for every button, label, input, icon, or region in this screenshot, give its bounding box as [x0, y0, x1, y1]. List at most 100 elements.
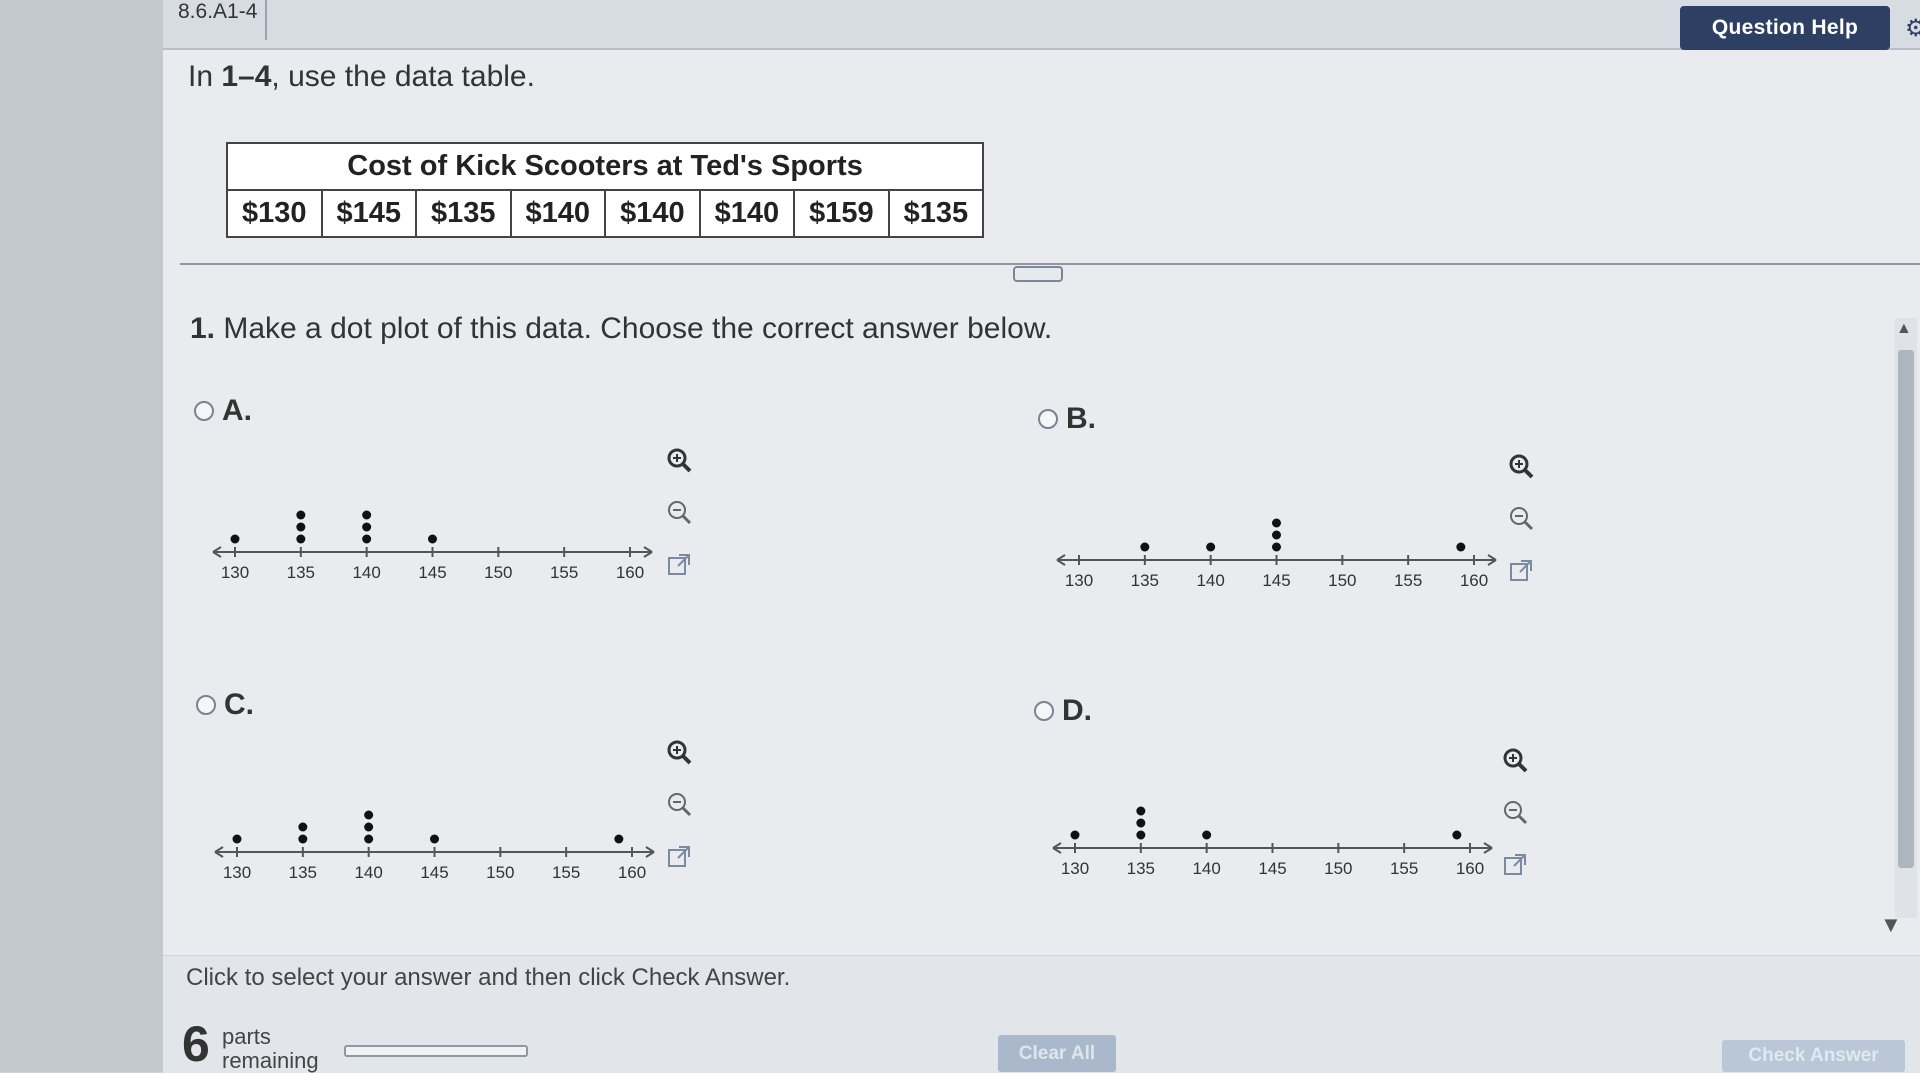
plot-tools-d — [1500, 746, 1534, 902]
tick-label: 135 — [287, 563, 315, 582]
radio-button[interactable] — [194, 401, 214, 421]
tick-label: 130 — [221, 563, 249, 582]
tick-label: 155 — [1394, 571, 1422, 590]
data-dot — [1136, 806, 1146, 816]
question-help-button[interactable]: Question Help — [1680, 6, 1890, 50]
tick-label: 155 — [552, 863, 580, 882]
tick-label: 145 — [1262, 571, 1290, 590]
instruction-prefix: In — [188, 60, 222, 93]
clear-all-button[interactable]: Clear All — [998, 1035, 1116, 1072]
choice-label: D. — [1062, 694, 1092, 727]
popout-icon[interactable] — [664, 842, 694, 872]
choice-c[interactable]: C. — [196, 688, 254, 722]
tick-label: 150 — [484, 563, 512, 582]
settings-icon[interactable]: ⚙ — [1905, 14, 1920, 43]
data-dot — [296, 534, 306, 544]
tick-label: 130 — [1065, 571, 1093, 590]
data-dot — [364, 810, 374, 820]
zoom-in-icon[interactable] — [1506, 452, 1536, 482]
scrollbar-thumb[interactable] — [1898, 350, 1914, 868]
tick-label: 160 — [1456, 859, 1484, 878]
plot-tools-b — [1506, 452, 1540, 608]
radio-button[interactable] — [1038, 409, 1058, 429]
data-dot — [428, 534, 437, 544]
data-dot — [1202, 830, 1212, 840]
data-table-title: Cost of Kick Scooters at Ted's Sports — [225, 142, 985, 191]
data-table-cell: $145 — [320, 189, 418, 238]
popout-icon[interactable] — [1506, 556, 1536, 586]
data-dot — [298, 834, 308, 844]
question-number: 1. — [190, 312, 216, 345]
data-dot — [296, 510, 306, 520]
tick-label: 140 — [1196, 571, 1224, 590]
scroll-down-arrow-icon[interactable]: ▼ — [1880, 912, 1902, 938]
tick-label: 145 — [418, 563, 446, 582]
tick-label: 140 — [352, 563, 380, 582]
data-dot — [1140, 542, 1150, 552]
plot-tools-c — [664, 738, 698, 894]
tick-label: 135 — [289, 863, 317, 882]
zoom-in-icon[interactable] — [664, 446, 694, 476]
section-divider — [180, 263, 1920, 265]
data-table-cell: $140 — [604, 189, 701, 238]
choice-b[interactable]: B. — [1038, 402, 1096, 436]
data-dot — [614, 834, 624, 844]
zoom-out-icon[interactable] — [664, 498, 694, 528]
radio-button[interactable] — [196, 695, 216, 715]
data-dot — [1136, 818, 1146, 828]
parts-label-line2: remaining — [222, 1048, 319, 1073]
data-table-cell: $159 — [793, 189, 890, 238]
radio-button[interactable] — [1034, 701, 1054, 721]
choice-a[interactable]: A. — [194, 394, 252, 428]
data-dot — [1272, 530, 1281, 540]
data-table-cell: $135 — [887, 189, 985, 238]
question-text: 1. Make a dot plot of this data. Choose … — [190, 312, 1052, 346]
tick-label: 145 — [1258, 859, 1286, 878]
tick-label: 160 — [618, 863, 646, 882]
choice-d[interactable]: D. — [1034, 694, 1092, 728]
data-dot — [362, 522, 372, 532]
divider-drag-handle[interactable] — [1013, 266, 1063, 282]
tick-label: 135 — [1127, 859, 1155, 878]
choice-label: C. — [224, 688, 254, 721]
data-dot — [364, 834, 374, 844]
data-dot — [298, 822, 308, 832]
tick-label: 130 — [223, 863, 251, 882]
parts-remaining-count: 6 — [182, 1016, 210, 1072]
instruction-suffix: , use the data table. — [271, 60, 535, 93]
zoom-out-icon[interactable] — [664, 790, 694, 820]
data-dot — [296, 522, 306, 532]
tick-label: 155 — [1390, 859, 1418, 878]
popout-icon[interactable] — [1500, 850, 1530, 880]
tick-label: 140 — [1192, 859, 1220, 878]
tick-label: 155 — [550, 563, 578, 582]
data-dot — [1070, 830, 1080, 840]
instruction-text: In 1–4, use the data table. — [188, 60, 535, 94]
choice-label: B. — [1066, 402, 1096, 435]
zoom-in-icon[interactable] — [664, 738, 694, 768]
question-id: 8.6.A1-4 — [170, 0, 268, 40]
scroll-up-arrow-icon[interactable]: ▲ — [1896, 320, 1912, 338]
question-body: Make a dot plot of this data. Choose the… — [215, 312, 1053, 345]
tick-label: 140 — [354, 863, 382, 882]
popout-icon[interactable] — [664, 550, 694, 580]
zoom-in-icon[interactable] — [1500, 746, 1530, 776]
data-dot — [1272, 542, 1281, 552]
choice-label: A. — [222, 394, 252, 427]
parts-remaining-label: parts remaining — [222, 1025, 319, 1073]
data-table-cell: $130 — [226, 189, 323, 238]
zoom-out-icon[interactable] — [1506, 504, 1536, 534]
data-dot — [362, 534, 372, 544]
data-table-cell: $140 — [509, 189, 607, 238]
tick-label: 135 — [1131, 571, 1159, 590]
zoom-out-icon[interactable] — [1500, 798, 1530, 828]
plot-tools-a — [664, 446, 698, 602]
tick-label: 145 — [420, 863, 448, 882]
top-bar — [163, 0, 1920, 50]
tick-label: 160 — [1460, 571, 1488, 590]
tick-label: 130 — [1061, 859, 1089, 878]
check-answer-button[interactable]: Check Answer — [1722, 1040, 1905, 1072]
data-dot — [232, 834, 242, 844]
data-dot — [1206, 542, 1216, 552]
tick-label: 160 — [616, 563, 644, 582]
